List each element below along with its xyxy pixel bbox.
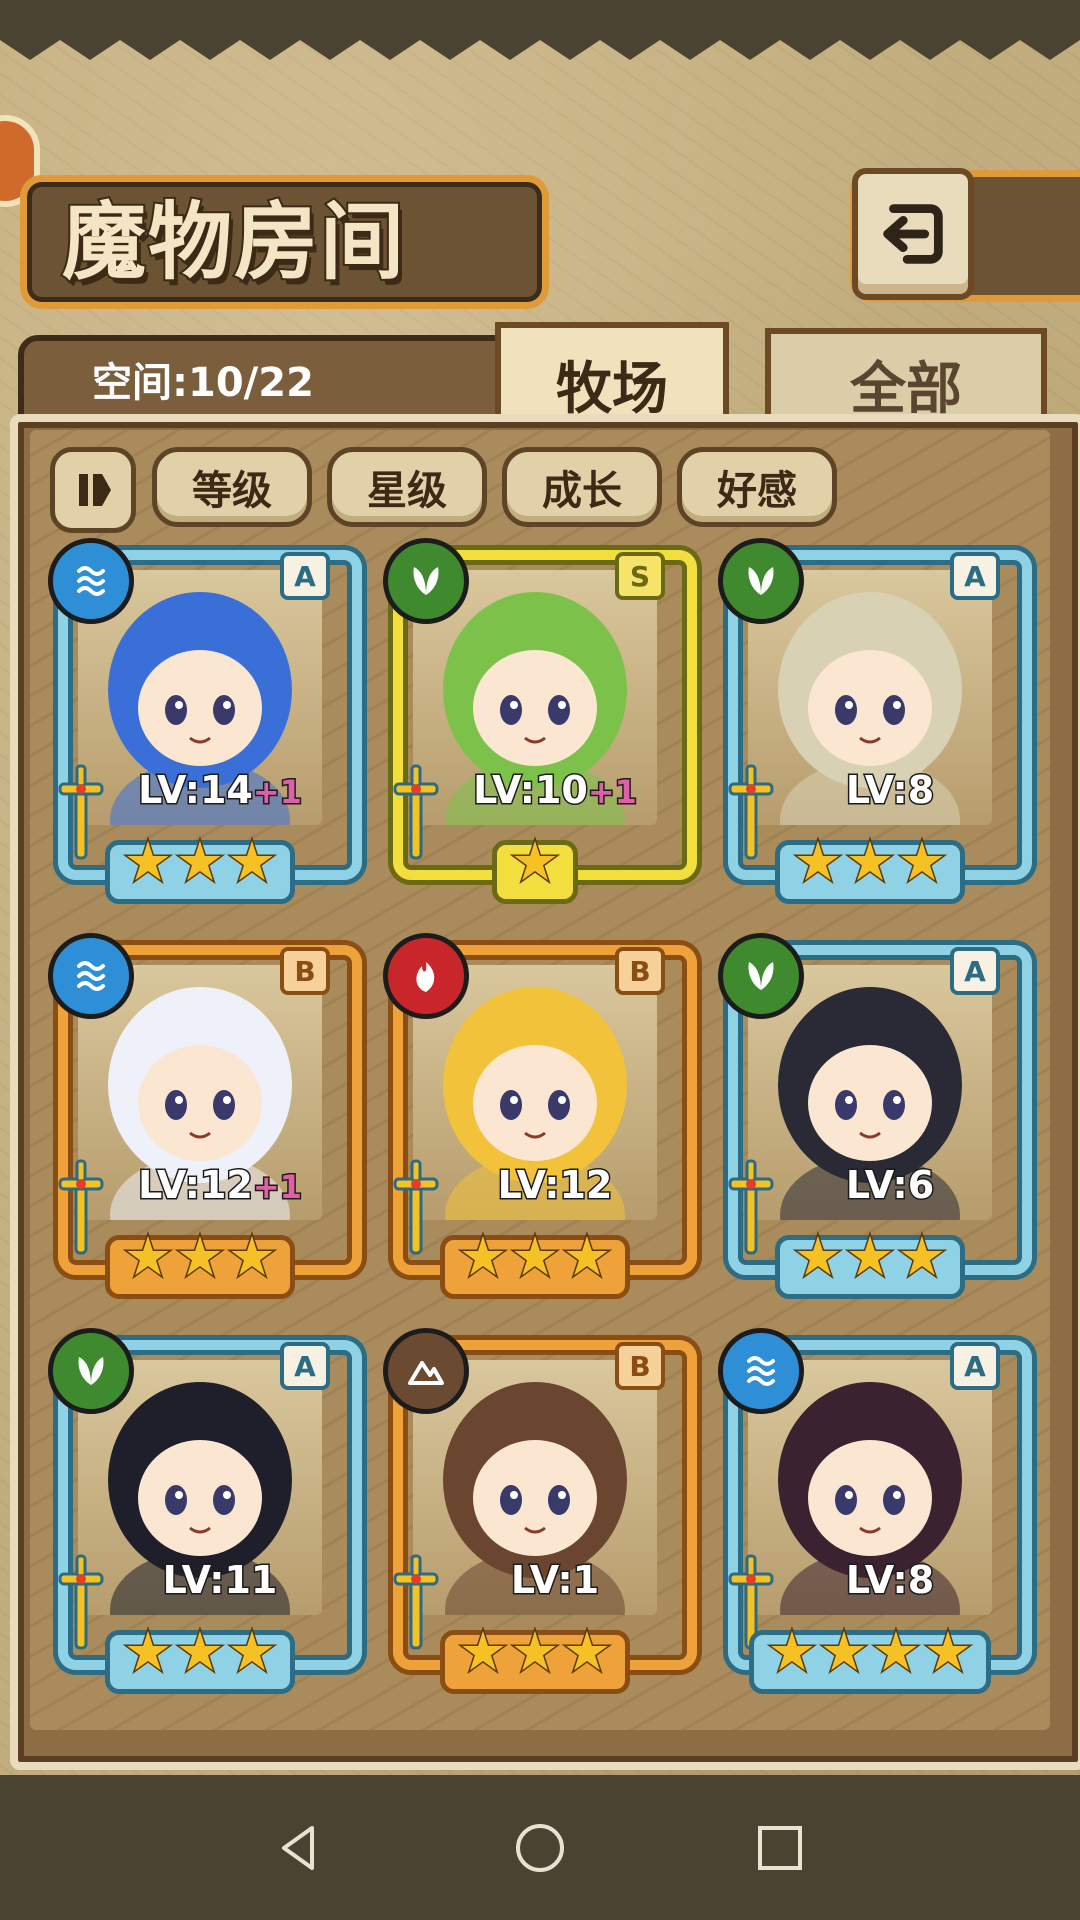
nav-recent-button[interactable] bbox=[750, 1818, 810, 1878]
level-value: LV:12 bbox=[137, 1162, 255, 1209]
star-rating: ★ ★ ★ ★ bbox=[720, 1620, 1020, 1686]
star-icon: ★ bbox=[896, 1225, 947, 1288]
level-value: LV:12 bbox=[496, 1162, 614, 1209]
grass-element-icon bbox=[718, 538, 804, 624]
star-icon: ★ bbox=[226, 1620, 277, 1683]
nav-back-button[interactable] bbox=[270, 1818, 330, 1878]
level-value: LV:11 bbox=[161, 1557, 279, 1604]
star-rating: ★ ★ ★ bbox=[385, 1620, 685, 1686]
grass-element-icon bbox=[718, 933, 804, 1019]
rank-badge: A bbox=[950, 947, 1000, 995]
rank-badge: A bbox=[280, 552, 330, 600]
monster-level: LV:1 bbox=[445, 1557, 665, 1604]
star-icon: ★ bbox=[844, 1225, 895, 1288]
water-element-icon bbox=[48, 538, 134, 624]
square-recent-icon bbox=[758, 1826, 802, 1870]
star-icon: ★ bbox=[457, 1620, 508, 1683]
earth-element-icon bbox=[383, 1328, 469, 1414]
monster-level: LV:12 bbox=[445, 1162, 665, 1209]
circle-home-icon bbox=[516, 1824, 564, 1872]
sort-level-button[interactable]: 等级 bbox=[152, 447, 312, 527]
water-element-icon bbox=[718, 1328, 804, 1414]
star-icon: ★ bbox=[509, 830, 560, 893]
monster-card[interactable]: A LV:6 ★ ★ ★ bbox=[718, 933, 1032, 1299]
level-bonus: +1 bbox=[251, 772, 303, 813]
monster-level: LV:12+1 bbox=[110, 1162, 330, 1209]
monster-level: LV:8 bbox=[780, 1557, 1000, 1604]
space-counter: 空间:10/22 bbox=[92, 360, 314, 406]
monster-card[interactable]: B LV:12+1 ★ ★ ★ bbox=[48, 933, 362, 1299]
back-button[interactable] bbox=[852, 168, 974, 300]
star-icon: ★ bbox=[174, 1620, 225, 1683]
level-value: LV:1 bbox=[509, 1557, 600, 1604]
star-rating: ★ ★ ★ bbox=[720, 1225, 1020, 1291]
monster-level: LV:8 bbox=[780, 767, 1000, 814]
star-rating: ★ ★ ★ bbox=[50, 1620, 350, 1686]
star-icon: ★ bbox=[509, 1620, 560, 1683]
level-value: LV:8 bbox=[844, 1557, 935, 1604]
grass-element-icon bbox=[383, 538, 469, 624]
star-icon: ★ bbox=[174, 1225, 225, 1288]
star-rating: ★ ★ ★ bbox=[50, 1225, 350, 1291]
level-bonus: +1 bbox=[586, 772, 638, 813]
star-icon: ★ bbox=[122, 1225, 173, 1288]
star-rating: ★ ★ ★ bbox=[50, 830, 350, 896]
star-icon: ★ bbox=[766, 1620, 817, 1683]
monster-card[interactable]: A LV:8 ★ ★ ★ bbox=[718, 538, 1032, 904]
sort-affection-button[interactable]: 好感 bbox=[677, 447, 837, 527]
star-icon: ★ bbox=[122, 830, 173, 893]
star-icon: ★ bbox=[896, 830, 947, 893]
rank-badge: A bbox=[950, 1342, 1000, 1390]
page-title: 魔物房间 bbox=[60, 190, 407, 293]
star-icon: ★ bbox=[922, 1620, 973, 1683]
star-icon: ★ bbox=[457, 1225, 508, 1288]
star-icon: ★ bbox=[561, 1620, 612, 1683]
level-value: LV:14 bbox=[137, 767, 255, 814]
sort-toggle-button[interactable] bbox=[50, 447, 136, 533]
star-icon: ★ bbox=[174, 830, 225, 893]
monster-level: LV:14+1 bbox=[110, 767, 330, 814]
star-icon: ★ bbox=[792, 1225, 843, 1288]
sort-growth-button[interactable]: 成长 bbox=[502, 447, 662, 527]
star-rating: ★ ★ ★ bbox=[385, 1225, 685, 1291]
star-icon: ★ bbox=[870, 1620, 921, 1683]
monster-card[interactable]: A LV:11 ★ ★ ★ bbox=[48, 1328, 362, 1694]
star-rating: ★ ★ ★ bbox=[720, 830, 1020, 896]
monster-card[interactable]: A LV:8 ★ ★ ★ ★ bbox=[718, 1328, 1032, 1694]
grass-element-icon bbox=[48, 1328, 134, 1414]
pause-icon bbox=[79, 474, 111, 506]
star-icon: ★ bbox=[561, 1225, 612, 1288]
monster-level: LV:11 bbox=[110, 1557, 330, 1604]
rank-badge: S bbox=[615, 552, 665, 600]
nav-home-button[interactable] bbox=[510, 1818, 570, 1878]
fire-element-icon bbox=[383, 933, 469, 1019]
star-rating: ★ bbox=[385, 830, 685, 896]
rank-badge: B bbox=[615, 947, 665, 995]
rank-badge: B bbox=[615, 1342, 665, 1390]
return-icon bbox=[883, 204, 943, 264]
monster-card[interactable]: B LV:12 ★ ★ ★ bbox=[383, 933, 697, 1299]
star-icon: ★ bbox=[818, 1620, 869, 1683]
star-icon: ★ bbox=[122, 1620, 173, 1683]
rank-badge: A bbox=[950, 552, 1000, 600]
level-value: LV:6 bbox=[844, 1162, 935, 1209]
monster-card[interactable]: S LV:10+1 ★ bbox=[383, 538, 697, 904]
monster-card[interactable]: A LV:14+1 ★ ★ ★ bbox=[48, 538, 362, 904]
water-element-icon bbox=[48, 933, 134, 1019]
monster-card[interactable]: B LV:1 ★ ★ ★ bbox=[383, 1328, 697, 1694]
star-icon: ★ bbox=[226, 830, 277, 893]
star-icon: ★ bbox=[844, 830, 895, 893]
sort-star-button[interactable]: 星级 bbox=[327, 447, 487, 527]
level-bonus: +1 bbox=[251, 1167, 303, 1208]
level-value: LV:10 bbox=[472, 767, 590, 814]
star-icon: ★ bbox=[792, 830, 843, 893]
level-value: LV:8 bbox=[844, 767, 935, 814]
rank-badge: B bbox=[280, 947, 330, 995]
triangle-back-icon bbox=[282, 1826, 314, 1870]
monster-level: LV:10+1 bbox=[445, 767, 665, 814]
rank-badge: A bbox=[280, 1342, 330, 1390]
monster-level: LV:6 bbox=[780, 1162, 1000, 1209]
star-icon: ★ bbox=[509, 1225, 560, 1288]
star-icon: ★ bbox=[226, 1225, 277, 1288]
